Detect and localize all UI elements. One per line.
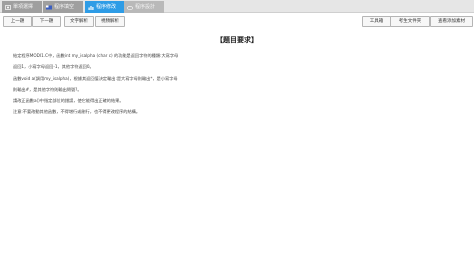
question-content: 【題目要求】 給定程序MODI1.C中，函數int my_isalpha (ch… xyxy=(0,30,474,274)
question-title: 【題目要求】 xyxy=(216,36,258,44)
tab-fill-blank[interactable]: 程序填空 xyxy=(43,1,83,13)
examinee-folder-button[interactable]: 考生文件夾 xyxy=(390,16,430,27)
tab-label: 程序填空 xyxy=(54,4,75,10)
cog-icon xyxy=(5,3,11,10)
question-text-line: 請改正函數a()中指定部位的錯誤，使它能得出正確的結果。 xyxy=(13,98,124,103)
tab-label: 程序設計 xyxy=(135,4,156,10)
tab-label: 單項選擇 xyxy=(13,4,34,10)
text-analysis-button[interactable]: 文字解析 xyxy=(64,16,94,27)
flag-icon xyxy=(46,3,52,10)
question-text-line: 注意:不要改動其他函數，不得增行或刪行，也不得更改程序的結構。 xyxy=(13,109,141,114)
tab-label: 程序修改 xyxy=(96,4,117,10)
question-text-line: 函數void a(調用my_isalpha)，根據其返回值決定輸出:是大寫字母則… xyxy=(13,76,178,81)
next-question-button[interactable]: 下一題 xyxy=(32,16,61,27)
question-text-line: 返回1，小寫字母返回-1，其他字符返回0。 xyxy=(13,64,94,69)
question-text-line: 則輸出#，是其他字符則輸出問號?。 xyxy=(13,87,82,92)
view-materials-button[interactable]: 查看添加素材 xyxy=(430,16,473,27)
question-type-tabbar: 單項選擇 程序填空 程序修改 程序設計 xyxy=(0,0,474,13)
app-window: 單項選擇 程序填空 程序修改 程序設計 上一題 下一題 文字解析 視頻解析 工具… xyxy=(0,0,474,274)
video-analysis-button[interactable]: 視頻解析 xyxy=(95,16,125,27)
cloud-icon xyxy=(126,3,134,10)
question-text-line: 給定程序MODI1.C中，函數int my_isalpha (char c) 的… xyxy=(13,53,179,58)
tab-single-choice[interactable]: 單項選擇 xyxy=(2,1,42,13)
tab-program-design[interactable]: 程序設計 xyxy=(124,1,164,13)
tab-program-modify[interactable]: 程序修改 xyxy=(85,1,125,13)
toolbox-button[interactable]: 工具箱 xyxy=(362,16,391,27)
chart-icon xyxy=(88,3,94,10)
prev-question-button[interactable]: 上一題 xyxy=(3,16,32,27)
